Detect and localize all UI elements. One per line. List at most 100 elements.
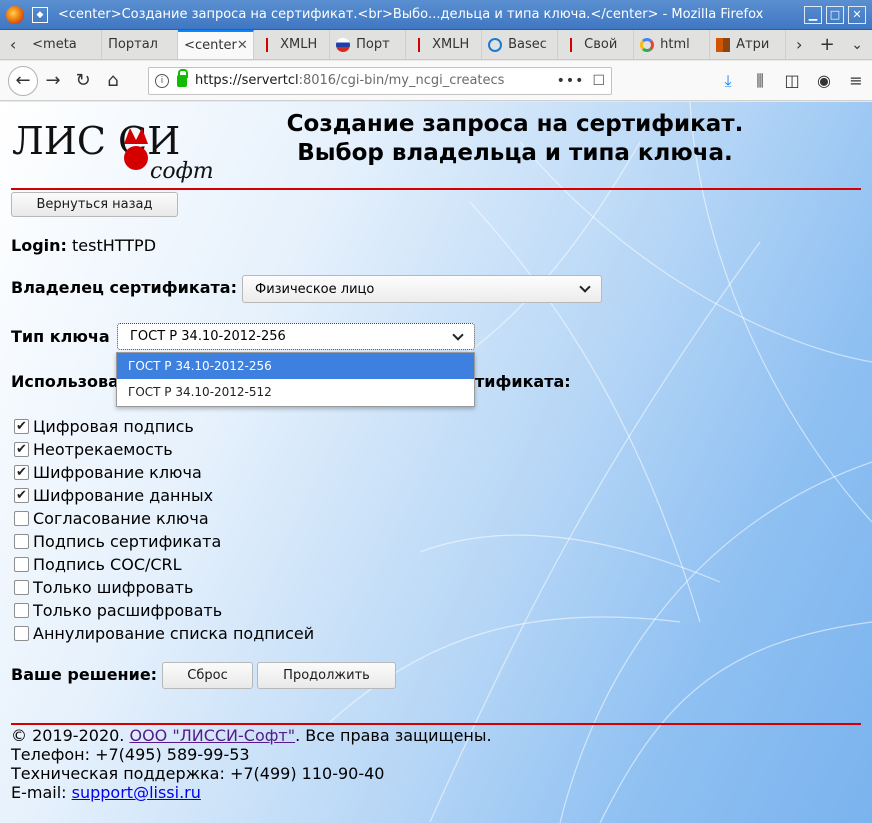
tab-label: Свой <box>584 37 618 52</box>
email-link[interactable]: support@lissi.ru <box>72 783 201 802</box>
tab-label: XMLH <box>432 37 470 52</box>
usage-option[interactable]: ✔ Шифрование данных <box>14 484 213 506</box>
reload-icon[interactable]: ↻ <box>68 66 98 96</box>
tab-6[interactable]: Basec <box>482 30 559 59</box>
download-icon[interactable]: ⤓ <box>712 66 744 96</box>
key-type-select[interactable]: ГОСТ Р 34.10-2012-256 <box>117 323 475 350</box>
new-tab-icon[interactable]: + <box>812 30 842 59</box>
share-icon <box>488 37 503 52</box>
lock-icon <box>177 68 188 87</box>
company-link[interactable]: ООО "ЛИССИ-Софт" <box>129 726 295 745</box>
login-value: testHTTPD <box>72 236 157 255</box>
logo-fox-icon <box>124 146 148 170</box>
owner-selected-value: Физическое лицо <box>255 281 375 297</box>
login-label: Login: <box>11 236 67 255</box>
back-icon[interactable]: ← <box>8 65 38 96</box>
window-menu-icon[interactable]: ◆ <box>32 6 48 23</box>
checkbox-unchecked[interactable] <box>14 533 29 549</box>
usage-option[interactable]: Согласование ключа <box>14 507 209 529</box>
tab-7[interactable]: Свой <box>558 30 635 59</box>
library-icon[interactable]: ⫼ <box>744 66 776 96</box>
checkbox-checked[interactable]: ✔ <box>14 441 29 457</box>
page-actions-menu-icon[interactable]: ••• <box>557 73 585 89</box>
key-type-dropdown: ГОСТ Р 34.10-2012-256 ГОСТ Р 34.10-2012-… <box>116 352 475 407</box>
usage-option[interactable]: ✔ Цифровая подпись <box>14 415 194 437</box>
back-button[interactable]: Вернуться назад <box>11 192 178 217</box>
tab-1[interactable]: Портал <box>102 30 179 59</box>
usage-option-label: Только расшифровать <box>33 600 223 620</box>
red-tower-icon <box>564 37 579 52</box>
lissi-logo: ЛИС СИ софт <box>12 116 242 186</box>
usage-option-label: Шифрование ключа <box>33 462 202 482</box>
google-icon <box>640 37 655 52</box>
tab-8[interactable]: html <box>634 30 711 59</box>
url-bar[interactable]: i https://servertcl:8016/cgi-bin/my_ncgi… <box>148 66 612 95</box>
key-type-option[interactable]: ГОСТ Р 34.10-2012-256 <box>117 353 474 379</box>
tracking-protection-icon[interactable]: ☐ <box>592 73 605 89</box>
checkbox-unchecked[interactable] <box>14 602 29 618</box>
usage-option[interactable]: Подпись сертификата <box>14 530 221 552</box>
window-titlebar: ◆ <center>Создание запроса на сертификат… <box>0 0 872 30</box>
tab-2[interactable]: <center ✕ <box>178 30 255 59</box>
login-row: Login: testHTTPD <box>11 236 156 255</box>
usage-option[interactable]: Только шифровать <box>14 576 193 598</box>
site-info-icon[interactable]: i <box>155 73 169 88</box>
color-blocks-icon <box>716 37 731 52</box>
usage-option[interactable]: ✔ Шифрование ключа <box>14 461 202 483</box>
owner-select[interactable]: Физическое лицо <box>242 275 602 303</box>
firefox-icon <box>6 5 24 24</box>
chevron-down-icon <box>579 281 591 293</box>
tabs-scroll-left-icon[interactable]: ‹ <box>0 30 26 59</box>
checkbox-unchecked[interactable] <box>14 625 29 641</box>
logo-text-main: ЛИС СИ <box>12 119 180 163</box>
tab-5[interactable]: XMLH <box>406 30 483 59</box>
checkbox-unchecked[interactable] <box>14 579 29 595</box>
reset-button[interactable]: Сброс <box>162 662 253 689</box>
owner-label: Владелец сертификата: <box>11 278 237 297</box>
usage-option[interactable]: Только расшифровать <box>14 599 222 621</box>
continue-button[interactable]: Продолжить <box>257 662 396 689</box>
tab-label: Портал <box>108 37 158 52</box>
checkbox-checked[interactable]: ✔ <box>14 464 29 480</box>
tab-3[interactable]: XMLH <box>254 30 331 59</box>
account-icon[interactable]: ◉ <box>808 66 840 96</box>
tab-9[interactable]: Атри <box>710 30 787 59</box>
usage-option-label: Согласование ключа <box>33 508 209 528</box>
page-title: Создание запроса на сертификат. Выбор вл… <box>286 111 744 166</box>
usage-option[interactable]: ✔ Неотрекаемость <box>14 438 173 460</box>
usage-option[interactable]: Аннулирование списка подписей <box>14 622 314 644</box>
key-type-option[interactable]: ГОСТ Р 34.10-2012-512 <box>117 379 474 405</box>
chevron-down-icon <box>452 328 464 341</box>
copyright-line: © 2019-2020. ООО "ЛИССИ-Софт". Все права… <box>11 726 492 745</box>
checkbox-checked[interactable]: ✔ <box>14 418 29 434</box>
tab-4[interactable]: Порт <box>330 30 407 59</box>
page-content: ЛИС СИ софт Создание запроса на сертифик… <box>0 102 872 823</box>
checkbox-unchecked[interactable] <box>14 556 29 572</box>
tab-list: <meta Портал <center ✕ XMLH Порт XMLH Basec Свой… <box>26 30 787 59</box>
tab-label: <meta <box>32 37 77 52</box>
tab-list-chevron-icon[interactable]: ⌄ <box>842 30 872 59</box>
hamburger-menu-icon[interactable]: ≡ <box>840 66 872 96</box>
usage-option-label: Неотрекаемость <box>33 439 173 459</box>
close-window-button[interactable]: ✕ <box>848 5 866 24</box>
header-divider <box>11 188 861 190</box>
forward-icon[interactable]: → <box>38 66 68 96</box>
url-text[interactable]: https://servertcl:8016/cgi-bin/my_ncgi_c… <box>195 73 549 88</box>
logo-text-sub: софт <box>150 159 214 184</box>
tab-label: Порт <box>356 37 390 52</box>
close-tab-icon[interactable]: ✕ <box>237 38 248 53</box>
tabs-scroll-right-icon[interactable]: › <box>786 30 812 59</box>
checkbox-checked[interactable]: ✔ <box>14 487 29 503</box>
checkbox-unchecked[interactable] <box>14 510 29 526</box>
email-line: E-mail: support@lissi.ru <box>11 783 201 802</box>
maximize-button[interactable]: □ <box>826 5 844 24</box>
key-type-label: Тип ключа <box>11 327 110 346</box>
minimize-button[interactable]: ▁ <box>804 5 822 24</box>
usage-option[interactable]: Подпись СОС/CRL <box>14 553 182 575</box>
home-icon[interactable]: ⌂ <box>98 66 128 96</box>
tab-strip: ‹ <meta Портал <center ✕ XMLH Порт XMLH Basec Св… <box>0 30 872 60</box>
tab-0[interactable]: <meta <box>26 30 103 59</box>
tab-label: html <box>660 37 690 52</box>
sidebar-icon[interactable]: ◫ <box>776 66 808 96</box>
navigation-bar: ← → ↻ ⌂ i https://servertcl:8016/cgi-bin… <box>0 61 872 101</box>
